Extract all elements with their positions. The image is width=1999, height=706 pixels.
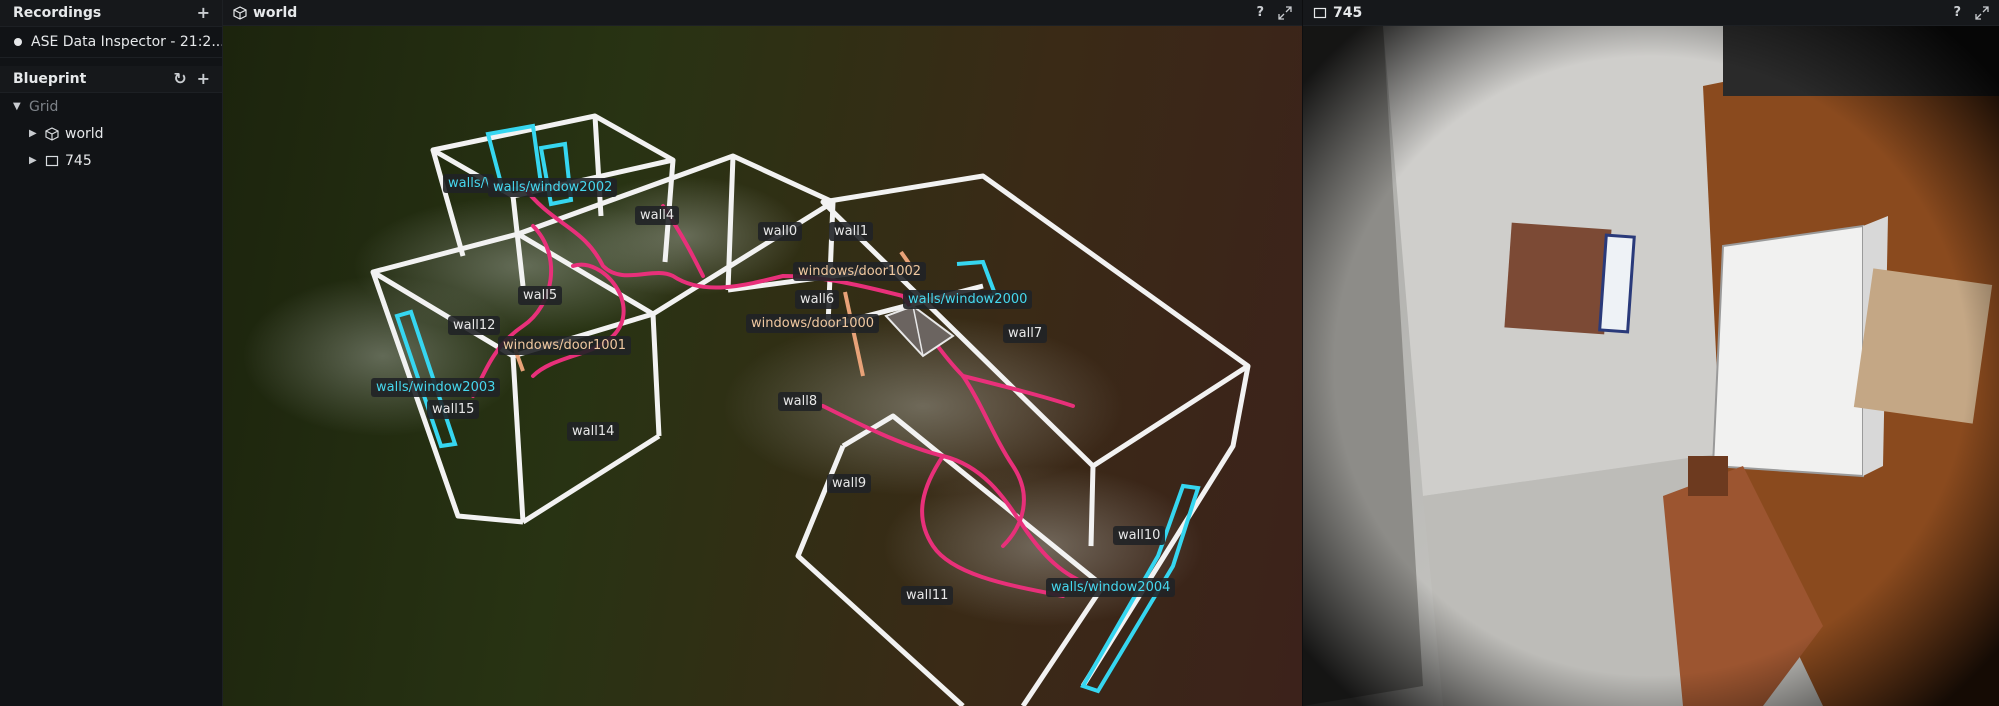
recording-item[interactable]: ASE Data Inspector - 21:2... xyxy=(0,27,222,58)
window-label: walls/window2004 xyxy=(1046,578,1176,597)
tree-item-label: Grid xyxy=(29,98,59,115)
maximize-icon[interactable] xyxy=(1975,5,1989,20)
tree-item-745[interactable]: ▶ 745 xyxy=(0,147,222,174)
wall-label: wall9 xyxy=(827,474,872,493)
window-label: walls/\ xyxy=(443,174,495,193)
world-view-header: world ? xyxy=(223,0,1302,26)
app-root: Recordings + ASE Data Inspector - 21:2..… xyxy=(0,0,1999,706)
window-label: walls/window2003 xyxy=(371,378,501,397)
square-icon xyxy=(1313,7,1327,18)
cube-icon xyxy=(233,5,247,20)
fisheye-vignette xyxy=(1303,26,1999,706)
collapse-triangle-icon[interactable]: ▼ xyxy=(13,101,23,112)
add-recording-button[interactable]: + xyxy=(197,5,210,21)
wall-label: wall11 xyxy=(901,586,954,605)
world-view-title: world xyxy=(253,4,298,21)
wall-label: wall4 xyxy=(635,206,680,225)
wall-label: wall5 xyxy=(518,286,563,305)
camera-image-viewport[interactable] xyxy=(1303,26,1999,706)
tree-item-label: 745 xyxy=(65,152,92,169)
wall-label: wall14 xyxy=(567,422,620,441)
tree-item-grid[interactable]: ▼ Grid xyxy=(0,93,222,120)
wall-label: wall7 xyxy=(1003,324,1048,343)
recordings-header: Recordings + xyxy=(0,0,222,27)
left-panel: Recordings + ASE Data Inspector - 21:2..… xyxy=(0,0,223,706)
image-view-title: 745 xyxy=(1333,4,1363,21)
recording-dot-icon xyxy=(14,38,22,46)
blueprint-header: Blueprint ↻ + xyxy=(0,66,222,93)
image-view-header: 745 ? xyxy=(1303,0,1999,26)
tree-item-world[interactable]: ▶ world xyxy=(0,120,222,147)
door-label: windows/door1001 xyxy=(498,336,632,355)
expand-triangle-icon[interactable]: ▶ xyxy=(29,155,39,166)
wall-label: wall15 xyxy=(427,400,480,419)
wall-label: wall1 xyxy=(829,222,874,241)
door-label: windows/door1002 xyxy=(793,262,927,281)
window-label: walls/window2000 xyxy=(903,290,1033,309)
help-button[interactable]: ? xyxy=(1256,5,1264,20)
wall-label: wall6 xyxy=(795,290,840,309)
help-button[interactable]: ? xyxy=(1953,5,1961,20)
scene-wireframe xyxy=(243,113,1251,706)
wall-label: wall10 xyxy=(1113,526,1166,545)
recording-item-label: ASE Data Inspector - 21:2... xyxy=(31,34,222,50)
reset-blueprint-button[interactable]: ↻ xyxy=(173,71,186,87)
world-3d-viewport[interactable]: wall0 wall1 wall4 wall5 wall6 wall7 wall… xyxy=(223,26,1302,706)
camera-image xyxy=(1303,26,1999,706)
wall-label: wall0 xyxy=(758,222,803,241)
square-icon xyxy=(45,155,59,166)
blueprint-title: Blueprint xyxy=(13,71,87,87)
wall-label: wall8 xyxy=(778,392,823,411)
window-label: walls/window2002 xyxy=(488,178,618,197)
door-label: windows/door1000 xyxy=(746,314,880,333)
cube-icon xyxy=(45,126,59,141)
wall-label: wall12 xyxy=(448,316,501,335)
tree-item-label: world xyxy=(65,125,104,142)
expand-triangle-icon[interactable]: ▶ xyxy=(29,128,39,139)
maximize-icon[interactable] xyxy=(1278,5,1292,20)
add-view-button[interactable]: + xyxy=(197,71,210,87)
recordings-title: Recordings xyxy=(13,5,102,21)
